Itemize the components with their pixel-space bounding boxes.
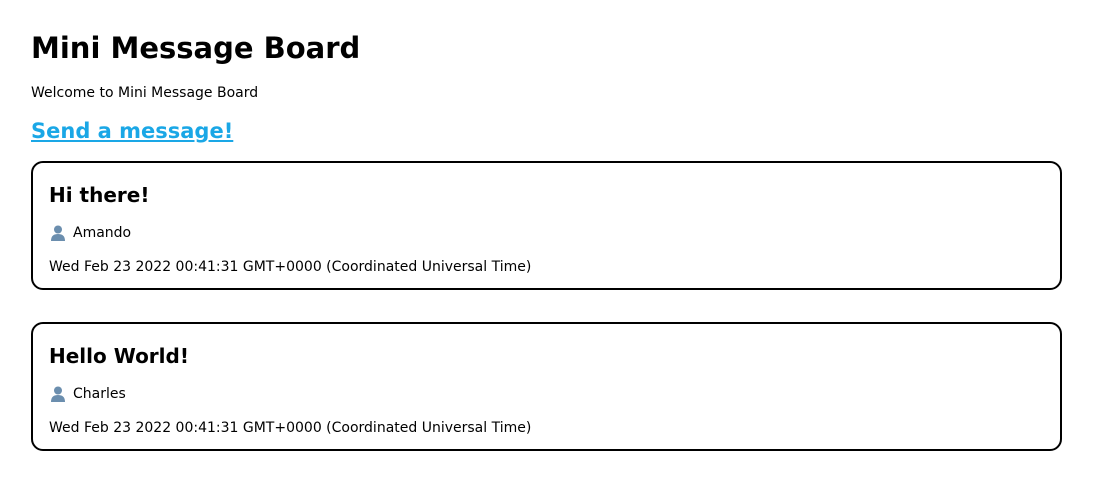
welcome-text: Welcome to Mini Message Board — [31, 85, 259, 101]
message-date: Wed Feb 23 2022 00:41:31 GMT+0000 (Coord… — [49, 259, 532, 275]
message-card: Hello World! Charles Wed Feb 23 2022 00:… — [31, 322, 1062, 451]
page: Mini Message Board Welcome to Mini Messa… — [0, 0, 1097, 499]
message-author: Charles — [49, 384, 126, 404]
message-card: Hi there! Amando Wed Feb 23 2022 00:41:3… — [31, 161, 1062, 290]
author-name: Amando — [73, 225, 132, 241]
author-name: Charles — [73, 386, 126, 402]
message-title: Hello World! — [49, 344, 189, 368]
user-icon — [49, 385, 67, 403]
message-date: Wed Feb 23 2022 00:41:31 GMT+0000 (Coord… — [49, 420, 532, 436]
send-message-link[interactable]: Send a message! — [31, 116, 233, 146]
page-title: Mini Message Board — [31, 31, 361, 65]
message-title: Hi there! — [49, 183, 150, 207]
message-author: Amando — [49, 223, 131, 243]
message-list: Hi there! Amando Wed Feb 23 2022 00:41:3… — [31, 161, 1062, 483]
user-icon — [49, 224, 67, 242]
